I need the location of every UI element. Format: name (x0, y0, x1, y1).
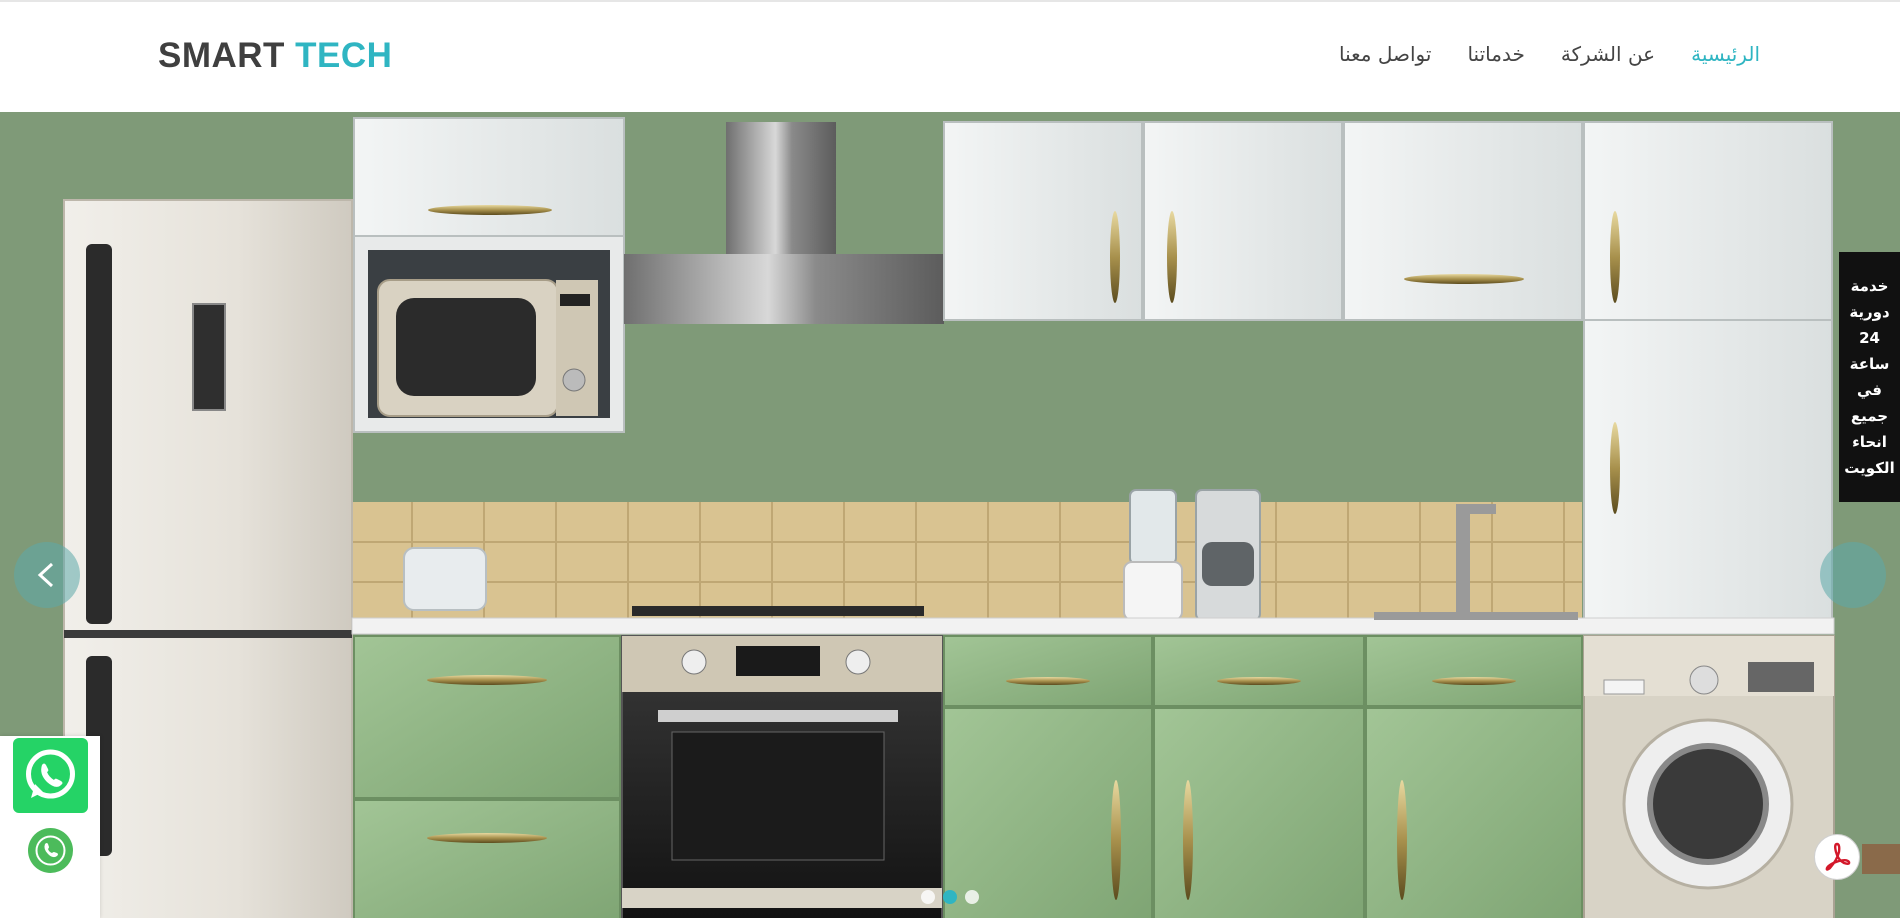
nav-home[interactable]: الرئيسية (1691, 42, 1760, 66)
slider-prev-button[interactable] (14, 542, 80, 608)
banner-line: الكويت (1844, 459, 1895, 477)
pdf-icon (1825, 842, 1851, 871)
banner-line: خدمة (1850, 277, 1889, 295)
nav-about[interactable]: عن الشركة (1561, 42, 1655, 66)
pdf-download-button[interactable] (1814, 834, 1860, 880)
slider-next-button[interactable] (1820, 542, 1886, 608)
banner-line: جميع (1850, 407, 1889, 425)
main-nav: الرئيسية عن الشركة خدماتنا تواصل معنا (1339, 42, 1760, 66)
banner-line: انحاء (1852, 433, 1887, 451)
whatsapp-icon (26, 749, 75, 799)
call-button[interactable] (28, 828, 73, 873)
phone-icon (35, 835, 66, 866)
slider-dot[interactable] (921, 890, 935, 904)
logo-text-primary: SMART (158, 36, 285, 75)
slider-dot-active[interactable] (943, 890, 957, 904)
chevron-left-icon (37, 562, 54, 588)
logo-text-accent: TECH (295, 36, 393, 75)
banner-line: دورية (1849, 303, 1890, 321)
whatsapp-button[interactable] (13, 738, 88, 813)
hero-slider (0, 112, 1900, 918)
slider-pagination (921, 890, 979, 904)
service-side-banner: خدمة دورية 24 ساعة في جميع انحاء الكويت (1839, 252, 1900, 502)
kitchen-slide-image (0, 112, 1900, 918)
banner-line: 24 (1859, 329, 1880, 347)
nav-services[interactable]: خدماتنا (1467, 42, 1524, 66)
site-header: SMART TECH الرئيسية عن الشركة خدماتنا تو… (0, 2, 1900, 112)
nav-contact[interactable]: تواصل معنا (1339, 42, 1431, 66)
banner-line: ساعة (1849, 355, 1890, 373)
banner-line: في (1857, 381, 1882, 399)
slider-dot[interactable] (965, 890, 979, 904)
site-logo[interactable]: SMART TECH (158, 36, 392, 76)
